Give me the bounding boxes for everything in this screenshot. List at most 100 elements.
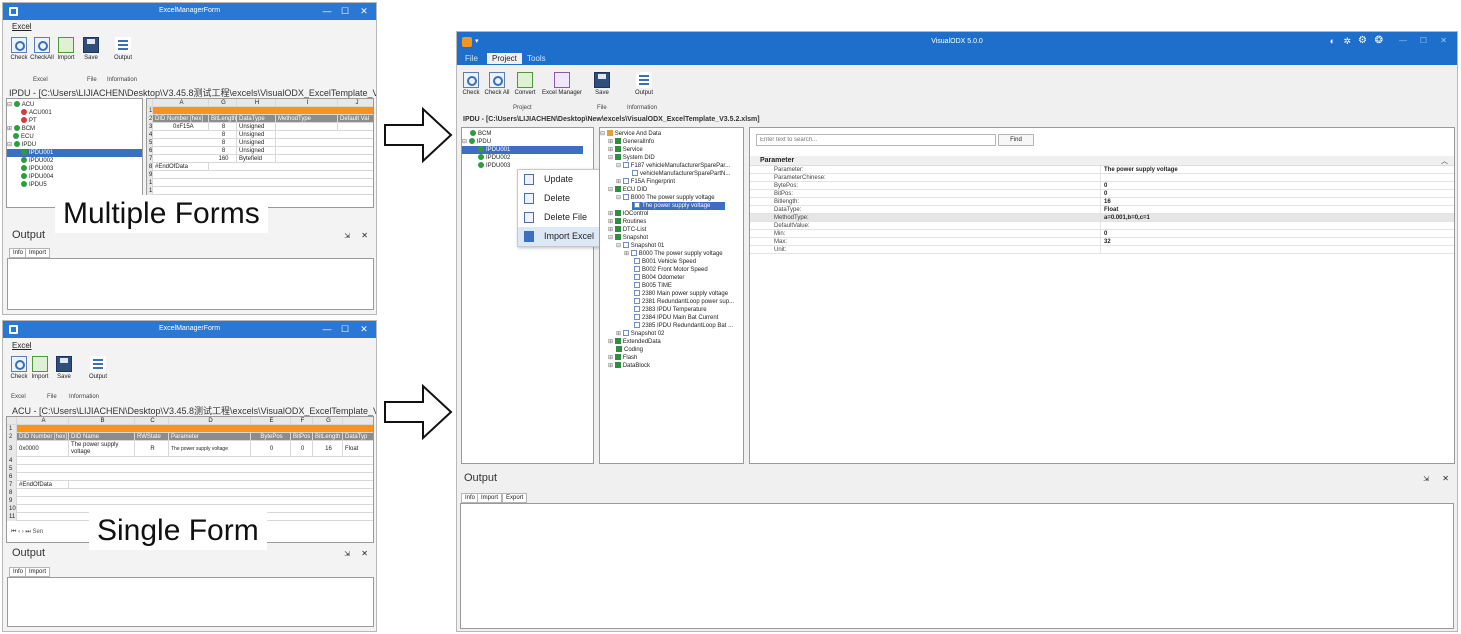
table-row[interactable]: 7 #EndOfData: [7, 481, 373, 489]
maximize-icon[interactable]: ☐: [1420, 36, 1427, 45]
excel-manager-button[interactable]: Excel Manager: [539, 72, 585, 96]
tree-node-acu[interactable]: ⊟ ACU: [7, 101, 142, 109]
tab-export[interactable]: Export: [502, 493, 528, 503]
property-row[interactable]: Bitlength: 16: [750, 198, 1454, 206]
tab-excel[interactable]: Excel: [12, 341, 32, 350]
property-value[interactable]: a=0.001,b=0,c=1: [1104, 214, 1150, 222]
close-icon[interactable]: ✕: [357, 5, 371, 17]
save-button[interactable]: Save: [51, 356, 77, 380]
pin-icon[interactable]: ⇲: [344, 550, 350, 558]
table-cell[interactable]: 0x0000: [17, 441, 69, 457]
output-button[interactable]: Output: [85, 356, 111, 380]
pin-icon[interactable]: ⇲: [1423, 475, 1429, 483]
close-icon[interactable]: ✕: [361, 231, 368, 240]
tree-node[interactable]: ⊞ ExtendedData: [600, 338, 743, 346]
table-cell[interactable]: 0xF15A: [153, 123, 209, 131]
tree-node-ipdu002[interactable]: IPDU002: [7, 157, 142, 165]
tree-node[interactable]: 2380 Main power supply voltage: [600, 290, 743, 298]
language-icon[interactable]: ✲: [1343, 36, 1351, 47]
table-row[interactable]: 8: [7, 489, 373, 497]
table-cell[interactable]: The power supply voltage: [169, 441, 251, 457]
tree-node[interactable]: ⊞ DTC-List: [600, 226, 743, 234]
tree-node-ipdu[interactable]: ⊟ IPDU: [462, 138, 593, 146]
tree-node[interactable]: ⊞ B000 The power supply voltage: [600, 250, 743, 258]
table-row[interactable]: 4: [7, 457, 373, 465]
table-row[interactable]: 3 0xF15A 8 Unsigned: [147, 123, 373, 131]
property-value[interactable]: 0: [1104, 230, 1107, 238]
tab-import[interactable]: Import: [25, 248, 51, 258]
table-cell[interactable]: 0: [251, 441, 291, 457]
table-cell[interactable]: Unsigned: [237, 139, 276, 147]
tree-node[interactable]: 2385 IPDU RedundantLoop Bat ...: [600, 322, 743, 330]
search-input[interactable]: [756, 134, 996, 146]
table-cell[interactable]: Float: [343, 441, 373, 457]
table-cell[interactable]: 16: [313, 441, 343, 457]
tree-node[interactable]: vehicleManufacturerSparePartN...: [600, 170, 743, 178]
property-row[interactable]: ParameterChinese:: [750, 174, 1454, 182]
tree-node[interactable]: ⊞ Routines: [600, 218, 743, 226]
tree-node[interactable]: B005 TIME: [600, 282, 743, 290]
property-value[interactable]: 16: [1104, 198, 1111, 206]
sheet-tab[interactable]: Sen: [32, 529, 43, 535]
table-row[interactable]: 5 8 Unsigned: [147, 139, 373, 147]
tree-node[interactable]: ⊟ Service And Data: [600, 130, 743, 138]
tree-node[interactable]: ⊟ System DID: [600, 154, 743, 162]
property-value[interactable]: Float: [1104, 206, 1118, 214]
maximize-icon[interactable]: ☐: [338, 323, 352, 335]
tree-node-ipdu002[interactable]: IPDU002: [462, 154, 593, 162]
property-row[interactable]: BytePos: 0: [750, 182, 1454, 190]
output-button[interactable]: Output: [110, 37, 136, 61]
property-row[interactable]: BitPos: 0: [750, 190, 1454, 198]
property-row[interactable]: Unit:: [750, 246, 1454, 254]
tree-node-ipdu5[interactable]: IPDU5: [7, 181, 142, 189]
maximize-icon[interactable]: ☐: [338, 5, 352, 17]
close-icon[interactable]: ✕: [361, 549, 368, 558]
table-cell[interactable]: [276, 123, 338, 131]
close-icon[interactable]: ✕: [357, 323, 371, 335]
property-row[interactable]: DataType: Float: [750, 206, 1454, 214]
check-all-button[interactable]: Check All: [482, 72, 512, 96]
table-cell[interactable]: R: [135, 441, 169, 457]
table-cell[interactable]: 8: [209, 123, 237, 131]
tree-node[interactable]: ⊞ DataBlock: [600, 362, 743, 370]
table-cell[interactable]: 8: [209, 147, 237, 155]
property-value[interactable]: 0: [1104, 190, 1107, 198]
table-row[interactable]: 9: [147, 171, 373, 179]
tree-node[interactable]: ⊟ B000 The power supply voltage: [600, 194, 743, 202]
tree-node[interactable]: ⊞ GeneralInfo: [600, 138, 743, 146]
property-row[interactable]: Max: 32: [750, 238, 1454, 246]
table-cell[interactable]: 160: [209, 155, 237, 163]
table-cell[interactable]: 8: [209, 131, 237, 139]
tab-excel[interactable]: Excel: [12, 22, 32, 31]
property-row[interactable]: Min: 0: [750, 230, 1454, 238]
tree-node-ipdu003[interactable]: IPDU003: [7, 165, 142, 173]
tree-node-bcm[interactable]: BCM: [462, 130, 593, 138]
tree-node[interactable]: 2383 IPDU Temperature: [600, 306, 743, 314]
save-button[interactable]: Save: [78, 37, 104, 61]
import-button[interactable]: Import: [53, 37, 79, 61]
table-row[interactable]: 3 0x0000 The power supply voltage R The …: [7, 441, 373, 457]
tree-node-ipdu001[interactable]: IPDU001: [7, 149, 142, 157]
tree-node-ipdu[interactable]: ⊟ IPDU: [7, 141, 142, 149]
output-button[interactable]: Output: [629, 72, 659, 96]
property-value[interactable]: 0: [1104, 182, 1107, 190]
tab-file[interactable]: File: [465, 54, 478, 63]
check-button[interactable]: Check: [459, 72, 483, 96]
help-icon[interactable]: ❂: [1375, 35, 1383, 46]
property-row[interactable]: DefaultValue:: [750, 222, 1454, 230]
tree-node-ecu[interactable]: ECU: [7, 133, 142, 141]
close-icon[interactable]: ✕: [1440, 36, 1447, 45]
tab-tools[interactable]: Tools: [527, 54, 546, 63]
theme-icon[interactable]: ◐: [1330, 36, 1335, 46]
property-value[interactable]: The power supply voltage: [1104, 166, 1178, 174]
collapse-icon[interactable]: ︿: [1441, 156, 1448, 166]
table-cell[interactable]: Unsigned: [237, 147, 276, 155]
minimize-icon[interactable]: —: [320, 323, 334, 335]
minimize-icon[interactable]: —: [1399, 36, 1407, 45]
table-cell[interactable]: 0: [291, 441, 313, 457]
minimize-icon[interactable]: —: [320, 5, 334, 17]
tree-node[interactable]: ⊞ Snapshot 02: [600, 330, 743, 338]
property-row[interactable]: Parameter: The power supply voltage: [750, 166, 1454, 174]
tree-node[interactable]: ⊞ IOControl: [600, 210, 743, 218]
table-row[interactable]: 6 8 Unsigned: [147, 147, 373, 155]
